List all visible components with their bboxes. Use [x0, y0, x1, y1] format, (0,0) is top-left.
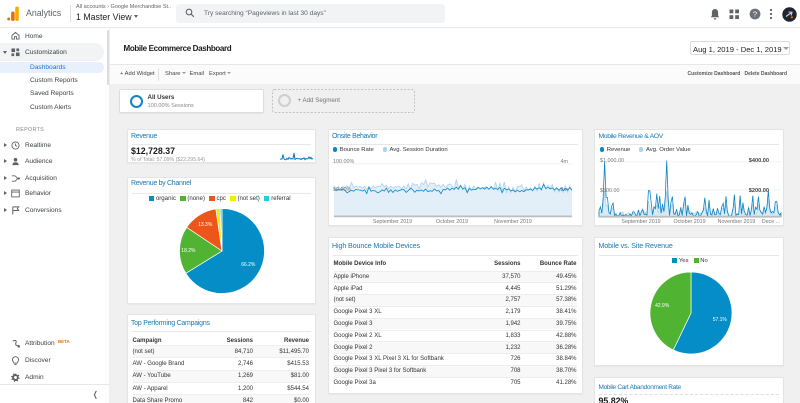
svg-text:?: ?	[753, 10, 757, 19]
